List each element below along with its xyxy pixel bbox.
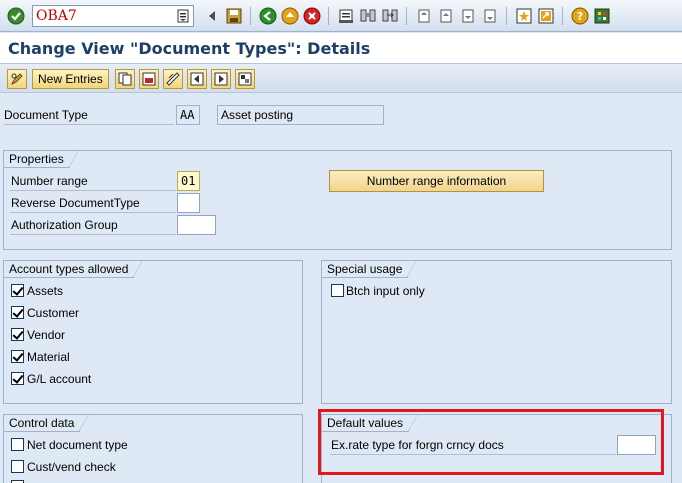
cust-vend-checkbox[interactable] [11,460,24,473]
copy-as-button[interactable] [115,69,135,89]
material-label: Material [27,350,70,364]
pencil-glasses-icon [11,73,23,85]
shortcut-icon[interactable] [536,6,556,26]
save-icon[interactable] [224,6,244,26]
account-types-title: Account types allowed [4,260,144,278]
net-document-checkbox[interactable] [11,438,24,451]
find-next-icon[interactable] [380,6,400,26]
number-range-label: Number range [11,174,88,188]
first-page-icon[interactable] [414,6,434,26]
gl-account-checkbox[interactable] [11,372,24,385]
system-toolbar: ? [0,0,682,32]
vendor-checkbox[interactable] [11,328,24,341]
help-icon[interactable]: ? [570,6,590,26]
find-icon[interactable] [358,6,378,26]
assets-checkbox[interactable] [11,284,24,297]
batch-input-checkbox[interactable] [331,284,344,297]
command-field[interactable] [32,5,194,27]
enter-icon[interactable] [6,6,26,26]
document-type-field: AA [176,105,200,125]
customize-layout-icon[interactable] [592,6,612,26]
delete-button[interactable] [139,69,159,89]
previous-entry-button[interactable] [187,69,207,89]
next-page-icon[interactable] [458,6,478,26]
undo-icon [166,72,180,86]
copy-icon [118,72,132,86]
command-input[interactable] [36,8,176,24]
application-toolbar: New Entries [0,63,682,93]
reverse-doctype-label: Reverse DocumentType [11,196,140,210]
material-checkbox[interactable] [11,350,24,363]
batch-input-label: Btch input only [346,284,425,298]
ex-rate-field[interactable] [617,435,656,455]
net-document-label: Net document type [27,438,128,452]
customer-label: Customer [27,306,80,320]
next-entry-icon [214,72,228,86]
cust-vend-label: Cust/vend check [27,460,116,474]
number-range-field[interactable]: 01 [177,171,200,191]
undo-change-button[interactable] [163,69,183,89]
next-entry-button[interactable] [211,69,231,89]
history-dropdown-icon[interactable] [177,9,189,23]
control-data-title: Control data [4,414,90,432]
customer-checkbox[interactable] [11,306,24,319]
new-entries-button[interactable]: New Entries [32,69,109,89]
svg-text:?: ? [577,10,583,23]
back-icon[interactable] [258,6,278,26]
print-icon[interactable] [336,6,356,26]
cancel-icon[interactable] [302,6,322,26]
ex-rate-label: Ex.rate type for forgn crncy docs [331,438,504,452]
default-values-title: Default values [322,414,419,432]
special-usage-group: Special usage [321,260,672,404]
reverse-doctype-field[interactable] [177,193,200,213]
gl-account-label: G/L account [27,372,92,386]
delete-icon [142,72,156,86]
collapse-arrow-icon[interactable] [202,6,222,26]
authorization-group-label: Authorization Group [11,218,118,232]
select-block-button[interactable] [235,69,255,89]
document-type-label: Document Type [4,108,88,122]
previous-page-icon[interactable] [436,6,456,26]
previous-entry-icon [190,72,204,86]
exit-icon[interactable] [280,6,300,26]
special-usage-title: Special usage [322,260,418,278]
create-session-icon[interactable] [514,6,534,26]
number-range-info-button[interactable]: Number range information [329,170,544,192]
select-block-icon [238,72,252,86]
last-page-icon[interactable] [480,6,500,26]
title-bar: Change View "Document Types": Details [0,33,682,63]
vendor-label: Vendor [27,328,66,342]
document-type-text: Asset posting [217,105,384,125]
assets-label: Assets [27,284,64,298]
display-change-button[interactable] [7,69,27,89]
page-title: Change View "Document Types": Details [8,39,371,58]
authorization-group-field[interactable] [177,215,216,235]
properties-title: Properties [4,150,79,168]
